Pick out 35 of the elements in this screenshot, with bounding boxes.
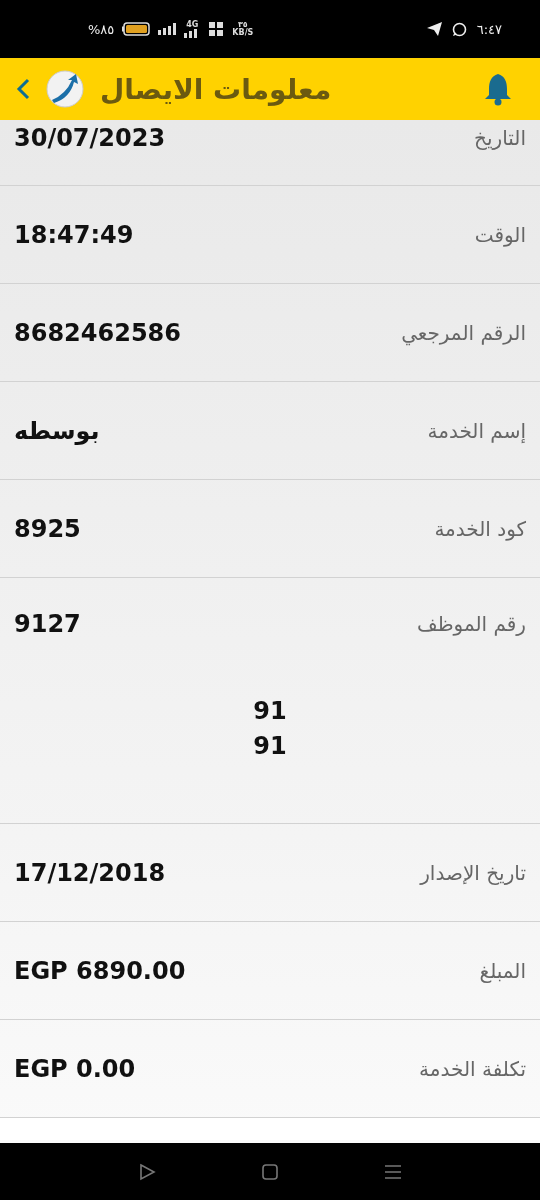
speed-value: ٣٥	[237, 21, 248, 29]
field-value: 17/12/2018	[14, 858, 166, 887]
page-title: معلومات الايصال	[100, 72, 332, 106]
home-icon[interactable]	[261, 1162, 279, 1181]
field-label: كود الخدمة	[434, 516, 526, 541]
field-label: التاريخ	[474, 126, 526, 150]
field-value: EGP 6890.00	[14, 956, 186, 985]
field-label: المبلغ	[479, 958, 526, 983]
field-label: رقم الموظف	[416, 612, 526, 636]
field-value: 9127	[14, 610, 81, 638]
field-label: إسم الخدمة	[427, 418, 526, 443]
field-label: الوقت	[474, 222, 526, 247]
network-type: 4G	[186, 20, 199, 29]
field-value: EGP 0.00	[14, 1054, 136, 1083]
field-value: 91	[253, 731, 287, 762]
field-label: تكلفة الخدمة	[419, 1056, 526, 1081]
back-icon[interactable]	[138, 1162, 156, 1181]
field-value: بوسطه	[14, 416, 100, 445]
field-value: 18:47:49	[14, 220, 134, 249]
back-icon[interactable]	[16, 78, 30, 100]
field-label: تاريخ الإصدار	[420, 860, 526, 885]
signal-icon	[158, 23, 177, 35]
field-value: 8925	[14, 514, 81, 543]
field-value: 91	[253, 696, 287, 727]
field-label: الرقم المرجعي	[401, 320, 526, 345]
chat-icon	[451, 21, 467, 37]
send-icon	[426, 22, 442, 36]
logo-icon	[46, 70, 84, 108]
clock: ٦:٤٧	[476, 21, 502, 37]
speed-unit: KB/S	[232, 29, 254, 37]
battery-icon	[122, 22, 151, 36]
field-value: 30/07/2023	[14, 124, 166, 152]
battery-percent: %٨٥	[88, 21, 115, 37]
field-value: 8682462586	[14, 318, 181, 347]
menu-icon[interactable]	[384, 1163, 402, 1180]
